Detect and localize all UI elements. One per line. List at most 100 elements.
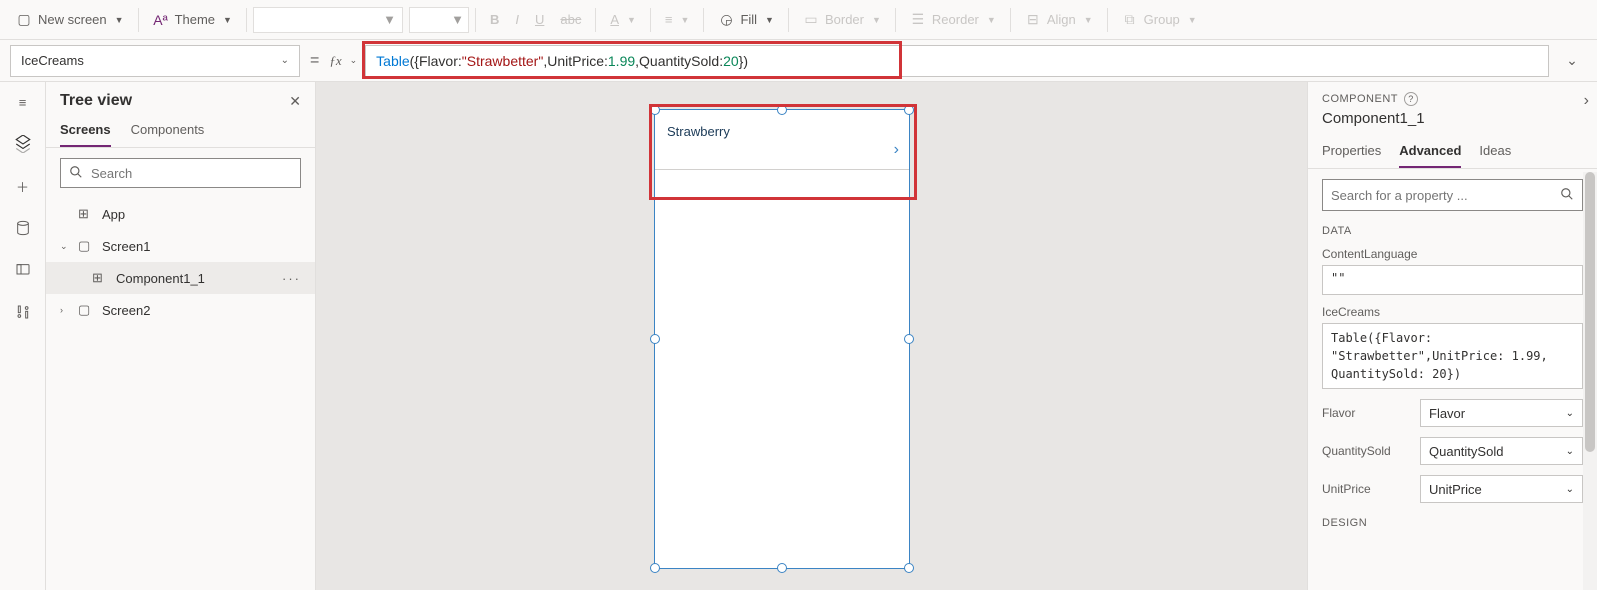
new-screen-button[interactable]: ▢ New screen ▼ xyxy=(8,7,132,32)
properties-body: DATA ContentLanguage "" IceCreams Table(… xyxy=(1308,169,1597,590)
font-color-button[interactable]: A▼ xyxy=(602,8,644,31)
equals-sign: = xyxy=(310,52,319,70)
tools-icon[interactable] xyxy=(11,300,35,324)
tree-view-icon[interactable] xyxy=(11,132,35,156)
component-icon: ⊞ xyxy=(92,270,108,286)
group-icon: ⧉ xyxy=(1122,11,1138,28)
tree-label: App xyxy=(102,207,125,222)
chevron-down-icon: ▼ xyxy=(987,15,996,25)
theme-button[interactable]: Aª Theme ▼ xyxy=(145,8,240,32)
expand-formula-button[interactable]: ⌄ xyxy=(1557,52,1587,69)
chevron-down-icon: ⌄ xyxy=(1566,408,1574,419)
resize-handle[interactable] xyxy=(650,334,660,344)
icecreams-input[interactable]: Table({Flavor: "Strawbetter",UnitPrice: … xyxy=(1322,323,1583,389)
design-canvas[interactable]: Strawberry › xyxy=(316,82,1307,590)
data-icon[interactable] xyxy=(11,216,35,240)
align-label: Align xyxy=(1047,12,1076,27)
tab-screens[interactable]: Screens xyxy=(60,116,111,147)
property-selector[interactable]: IceCreams ⌄ xyxy=(10,45,300,77)
chevron-down-icon: ⌄ xyxy=(1566,484,1574,495)
align-icon: ≡ xyxy=(665,12,673,27)
screen-icon: ▢ xyxy=(78,238,94,254)
resize-handle[interactable] xyxy=(650,563,660,573)
fill-icon: ◶ xyxy=(718,11,734,28)
tree-search-input[interactable] xyxy=(91,166,292,181)
property-search-input[interactable] xyxy=(1331,188,1560,203)
section-data: DATA xyxy=(1322,225,1583,237)
divider xyxy=(246,8,247,32)
chevron-down-icon: ▼ xyxy=(115,15,124,25)
chevron-down-icon: ⌄ xyxy=(281,55,289,66)
tree-row-app[interactable]: ⊞ App xyxy=(46,198,315,230)
tree-view-panel: Tree view ✕ Screens Components ⊞ App ⌄ ▢… xyxy=(46,82,316,590)
scrollbar-thumb[interactable] xyxy=(1585,172,1595,452)
property-search[interactable] xyxy=(1322,179,1583,211)
bold-button[interactable]: B xyxy=(482,8,507,31)
chevron-down-icon: ▼ xyxy=(223,15,232,25)
highlight-box xyxy=(649,104,917,200)
chevron-down-icon: ⌄ xyxy=(60,241,70,252)
insert-icon[interactable]: ＋ xyxy=(11,174,35,198)
divider xyxy=(475,8,476,32)
tree-row-screen2[interactable]: › ▢ Screen2 xyxy=(46,294,315,326)
reorder-button[interactable]: ☰ Reorder ▼ xyxy=(902,7,1004,32)
quantitysold-select[interactable]: QuantitySold ⌄ xyxy=(1420,437,1583,465)
flavor-select[interactable]: Flavor ⌄ xyxy=(1420,399,1583,427)
fx-icon[interactable]: ƒx xyxy=(329,53,341,69)
section-design: DESIGN xyxy=(1322,517,1583,529)
more-icon[interactable]: ··· xyxy=(282,271,301,286)
resize-handle[interactable] xyxy=(904,334,914,344)
font-size-input[interactable]: ▼ xyxy=(409,7,469,33)
tree-row-screen1[interactable]: ⌄ ▢ Screen1 xyxy=(46,230,315,262)
font-family-select[interactable]: ▼ xyxy=(253,7,403,33)
chevron-down-icon: ⌄ xyxy=(1566,446,1574,457)
tree-body: ⊞ App ⌄ ▢ Screen1 ⊞ Component1_1 ··· › ▢… xyxy=(46,198,315,590)
tree-row-component[interactable]: ⊞ Component1_1 ··· xyxy=(46,262,315,294)
flavor-label: Flavor xyxy=(1322,406,1412,420)
divider xyxy=(650,8,651,32)
tree-search[interactable] xyxy=(60,158,301,188)
divider xyxy=(595,8,596,32)
tree-label: Component1_1 xyxy=(116,271,205,286)
top-toolbar: ▢ New screen ▼ Aª Theme ▼ ▼ ▼ B I U abc … xyxy=(0,0,1597,40)
quantitysold-row: QuantitySold QuantitySold ⌄ xyxy=(1322,437,1583,465)
chevron-down-icon[interactable]: ⌄ xyxy=(350,55,358,66)
tab-ideas[interactable]: Ideas xyxy=(1479,139,1511,168)
main-area: ≡ ＋ Tree view ✕ Screens Components xyxy=(0,82,1597,590)
tab-advanced[interactable]: Advanced xyxy=(1399,139,1461,168)
unitprice-row: UnitPrice UnitPrice ⌄ xyxy=(1322,475,1583,503)
quantitysold-label: QuantitySold xyxy=(1322,444,1412,458)
strike-button[interactable]: abc xyxy=(552,8,589,31)
resize-handle[interactable] xyxy=(904,563,914,573)
help-icon[interactable]: ? xyxy=(1404,92,1418,106)
tree-tabs: Screens Components xyxy=(46,116,315,148)
align-button[interactable]: ⊟ Align ▼ xyxy=(1017,7,1101,32)
unitprice-select[interactable]: UnitPrice ⌄ xyxy=(1420,475,1583,503)
divider xyxy=(1010,8,1011,32)
resize-handle[interactable] xyxy=(777,563,787,573)
fill-label: Fill xyxy=(740,12,757,27)
border-label: Border xyxy=(825,12,864,27)
border-button[interactable]: ▭ Border ▼ xyxy=(795,7,889,32)
italic-button[interactable]: I xyxy=(507,8,527,31)
scrollbar[interactable] xyxy=(1583,172,1597,590)
contentlanguage-input[interactable]: "" xyxy=(1322,265,1583,295)
properties-panel: COMPONENT ? › Component1_1 Properties Ad… xyxy=(1307,82,1597,590)
hamburger-icon[interactable]: ≡ xyxy=(11,90,35,114)
close-icon[interactable]: ✕ xyxy=(289,93,301,110)
properties-tabs: Properties Advanced Ideas xyxy=(1308,139,1597,169)
group-button[interactable]: ⧉ Group ▼ xyxy=(1114,7,1205,32)
media-icon[interactable] xyxy=(11,258,35,282)
tree-label: Screen1 xyxy=(102,239,150,254)
fill-button[interactable]: ◶ Fill ▼ xyxy=(710,7,782,32)
underline-button[interactable]: U xyxy=(527,8,552,31)
chevron-right-icon[interactable]: › xyxy=(1584,92,1589,110)
divider xyxy=(703,8,704,32)
property-name: IceCreams xyxy=(21,53,84,68)
formula-input[interactable]: Table({Flavor: "Strawbetter",UnitPrice: … xyxy=(365,45,1549,77)
component-name[interactable]: Component1_1 xyxy=(1322,106,1583,135)
tree-label: Screen2 xyxy=(102,303,150,318)
tab-components[interactable]: Components xyxy=(131,116,205,147)
text-align-button[interactable]: ≡▼ xyxy=(657,8,698,31)
tab-properties[interactable]: Properties xyxy=(1322,139,1381,168)
